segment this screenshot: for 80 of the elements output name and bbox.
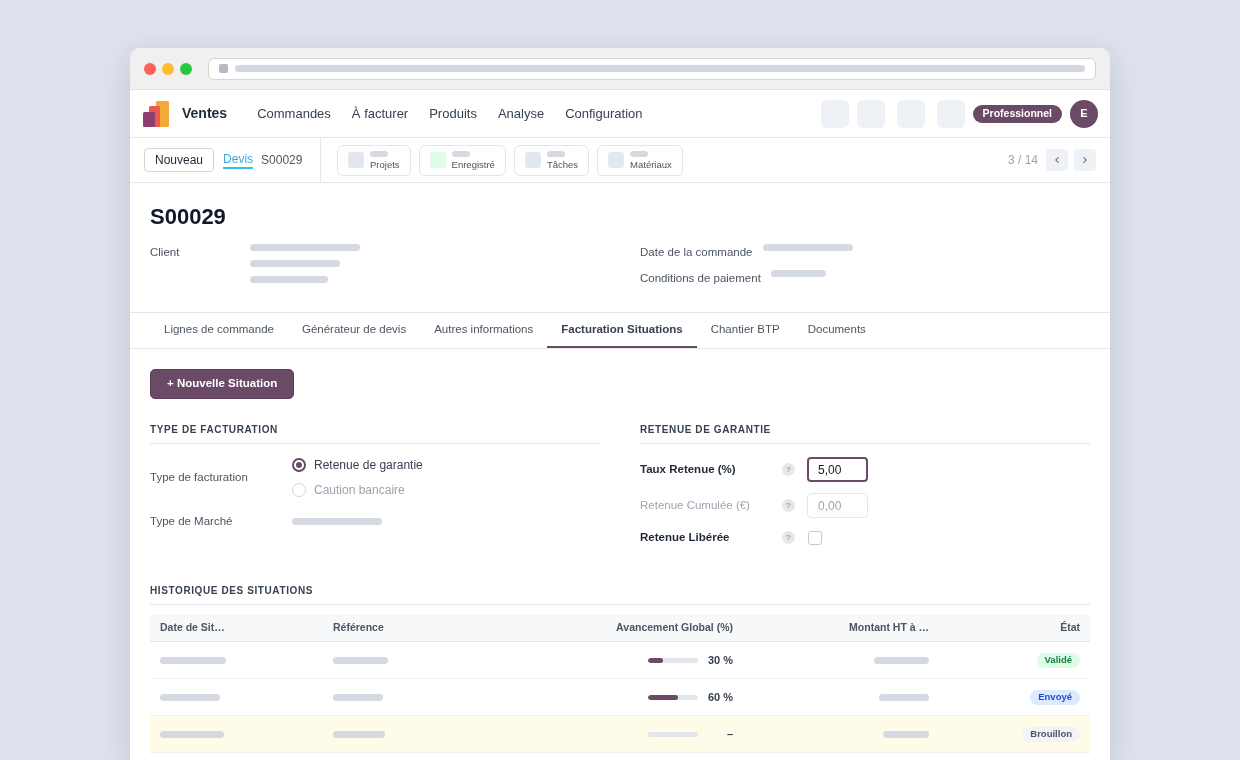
field-label: Taux Retenue (%) [640, 461, 737, 477]
placeholder-bar [879, 693, 929, 701]
status-badge: Brouillon [1022, 726, 1080, 742]
field-label: Date de la commande [640, 245, 753, 260]
column-header[interactable]: Avancement Global (%) [560, 620, 743, 637]
maximize-window-icon[interactable] [180, 62, 192, 75]
smart-button[interactable]: Matériaux [597, 144, 683, 176]
radio-label: Retenue de garantie [314, 457, 423, 474]
progress-value: 60 % [707, 690, 733, 705]
section-heading: TYPE DE FACTURATION [150, 422, 600, 444]
radio-label: Caution bancaire [314, 482, 405, 499]
tab[interactable]: Facturation Situations [547, 313, 697, 348]
status-badge: Validé [1036, 652, 1080, 668]
smart-button-label: Projets [370, 158, 400, 170]
field-label: Retenue Libérée [640, 530, 731, 545]
status-badge: Envoyé [1030, 689, 1080, 705]
placeholder-bar [333, 693, 383, 701]
placeholder-bar [160, 656, 226, 664]
menu-item[interactable]: Analyse [497, 103, 545, 124]
plan-badge: Professionnel [972, 104, 1062, 123]
new-situation-button[interactable]: + Nouvelle Situation [150, 369, 295, 399]
field-label: Type de facturation [150, 469, 249, 485]
field-label: Type de Marché [150, 514, 234, 529]
app-name: Ventes [182, 104, 228, 123]
placeholder-bar [333, 656, 388, 664]
menu-item[interactable]: Commandes [257, 103, 331, 124]
address-bar[interactable] [208, 57, 1096, 80]
placeholder-bar [160, 693, 220, 701]
column-header[interactable]: Date de Sit… [150, 620, 323, 637]
minimize-window-icon[interactable] [162, 62, 174, 75]
user-avatar[interactable]: E [1070, 99, 1098, 128]
placeholder-bar [546, 150, 565, 157]
pager-text: 3 / 14 [1007, 152, 1038, 169]
tab[interactable]: Documents [793, 313, 880, 348]
new-button[interactable]: Nouveau [144, 148, 215, 172]
tab[interactable]: Chantier BTP [696, 313, 794, 348]
record-title: S00029 [150, 203, 227, 231]
placeholder-bar [883, 730, 929, 738]
next-button[interactable] [1074, 149, 1096, 171]
close-window-icon[interactable] [144, 62, 156, 75]
tab[interactable]: Lignes de commande [150, 313, 288, 348]
menu-item[interactable]: Produits [429, 103, 477, 124]
breadcrumb-current: S00029 [261, 152, 303, 169]
smart-button[interactable]: Enregistré [418, 144, 506, 176]
section-heading: RETENUE DE GARANTIE [640, 422, 1090, 444]
placeholder-bar [451, 150, 470, 157]
placeholder-bar [770, 270, 826, 277]
placeholder-bar [160, 730, 224, 738]
smart-button-label: Matériaux [630, 158, 672, 170]
placeholder-bar [370, 150, 388, 157]
smart-button-label: Tâches [546, 158, 579, 170]
tab[interactable]: Générateur de devis [287, 313, 421, 348]
chevron-right-icon [1080, 155, 1090, 165]
app-logo-icon [143, 100, 169, 127]
smart-button[interactable]: Tâches [513, 144, 590, 176]
column-header[interactable]: Montant HT à … [743, 620, 939, 637]
table-row[interactable]: – Brouillon [150, 716, 1090, 754]
progress-value: 30 % [707, 653, 733, 668]
menu-item[interactable]: Configuration [565, 103, 643, 124]
section-heading: HISTORIQUE DES SITUATIONS [150, 583, 1090, 606]
field-label: Client [150, 245, 181, 260]
field-label: Retenue Cumulée (€) [640, 497, 751, 513]
chevron-left-icon [1052, 155, 1062, 165]
field-label: Conditions de paiement [640, 271, 761, 286]
smart-button[interactable]: Projets [337, 144, 411, 176]
number-input[interactable]: 5,00 [807, 457, 868, 482]
placeholder-bar [874, 656, 929, 664]
radio-button[interactable] [292, 458, 306, 472]
progress-value: – [725, 727, 733, 742]
placeholder-bar [630, 150, 649, 157]
tab[interactable]: Autres informations [420, 313, 548, 348]
site-icon [219, 64, 228, 73]
placeholder-bar [333, 730, 385, 738]
previous-button[interactable] [1046, 149, 1068, 171]
progress-track [648, 731, 698, 737]
checkbox[interactable] [808, 530, 822, 545]
smart-button-label: Enregistré [451, 158, 495, 170]
column-header[interactable]: Référence [323, 620, 560, 637]
column-header[interactable]: État [939, 620, 1090, 637]
menu-item[interactable]: À facturer [351, 103, 409, 124]
